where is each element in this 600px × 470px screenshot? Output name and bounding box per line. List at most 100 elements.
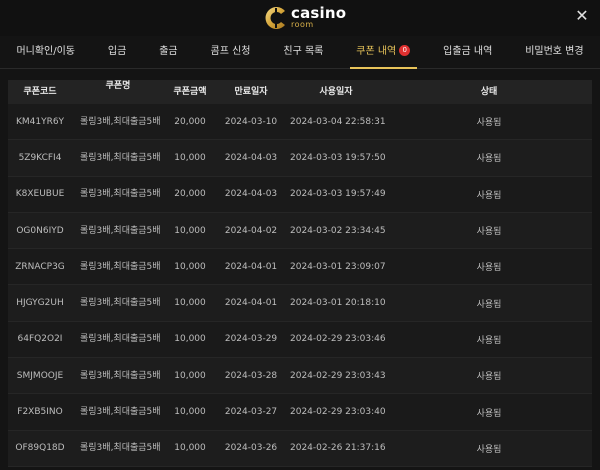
header-status: 상태	[480, 87, 498, 97]
cell-coupon-name: 롤링3배,최대출금5배	[80, 443, 161, 454]
cell-coupon-name: 롤링3배,최대출금5배	[80, 298, 161, 309]
cell-used-date: 2024-03-03 19:57:50	[290, 152, 386, 163]
header-coupon-name: 쿠폰명	[105, 81, 131, 91]
tab-label: 콤프 신청	[210, 46, 251, 57]
cell-coupon-code: K8XEUBUE	[15, 189, 65, 200]
table-row: K8XEUBUE 롤링3배,최대출금5배 20,000 2024-04-03 2024-…	[8, 176, 592, 213]
cell-status: 사용됨	[476, 372, 502, 383]
cell-expiry-date: 2024-03-27	[224, 407, 278, 418]
cell-used-date: 2024-03-03 19:57:49	[290, 189, 386, 200]
cell-coupon-code: OG0N6IYD	[16, 225, 64, 236]
cell-expiry-date: 2024-03-29	[224, 334, 278, 345]
cell-coupon-amount: 10,000	[174, 152, 206, 163]
cell-coupon-amount: 10,000	[174, 407, 206, 418]
tab-transaction-history[interactable]: 입출금 내역	[427, 36, 509, 68]
cell-coupon-amount: 10,000	[174, 225, 206, 236]
table-row: OF89Q18D 롤링3배,최대출금5배 10,000 2024-03-26 2024-…	[8, 430, 592, 467]
cell-expiry-date: 2024-03-26	[224, 443, 278, 454]
cell-coupon-amount: 10,000	[174, 370, 206, 381]
table-header: 쿠폰코드 쿠폰명 쿠폰금액 만료일자 사용일자 상태	[8, 80, 592, 104]
table-body: KM41YR6Y 롤링3배,최대출금5배 20,000 2024-03-10 2024-…	[8, 104, 592, 467]
tab-label: 입출금 내역	[443, 46, 493, 57]
tab-label: 쿠폰 내역	[356, 46, 397, 57]
cell-coupon-code: ZRNACP3G	[15, 261, 65, 272]
cell-expiry-date: 2024-04-03	[224, 152, 278, 163]
cell-expiry-date: 2024-04-01	[224, 261, 278, 272]
cell-coupon-name: 롤링3배,최대출금5배	[80, 152, 161, 163]
cell-used-date: 2024-02-29 23:03:40	[290, 407, 386, 418]
cell-coupon-amount: 10,000	[174, 443, 206, 454]
tab-withdraw[interactable]: 출금	[143, 36, 194, 68]
tab-coupon-history[interactable]: 쿠폰 내역 0	[340, 36, 427, 69]
cell-coupon-code: 64FQ2O2I	[17, 334, 63, 345]
cell-used-date: 2024-03-01 23:09:07	[290, 261, 386, 272]
cell-coupon-code: KM41YR6Y	[15, 116, 65, 127]
cell-status: 사용됨	[476, 190, 502, 201]
cell-coupon-amount: 10,000	[174, 334, 206, 345]
casino-room-logo[interactable]: casino room	[264, 4, 347, 31]
cell-coupon-amount: 20,000	[174, 189, 206, 200]
tab-friend-list[interactable]: 친구 목록	[267, 36, 340, 68]
cell-used-date: 2024-03-01 20:18:10	[290, 298, 386, 309]
tab-label: 입금	[107, 46, 127, 57]
cell-expiry-date: 2024-04-02	[224, 225, 278, 236]
cell-coupon-code: 5Z9KCFI4	[18, 152, 62, 163]
tab-label: 비밀번호 변경	[525, 46, 584, 57]
cell-coupon-code: F2XB5INO	[17, 407, 63, 418]
cell-coupon-name: 롤링3배,최대출금5배	[80, 370, 161, 381]
table-row: KM41YR6Y 롤링3배,최대출금5배 20,000 2024-03-10 2024-…	[8, 104, 592, 141]
table-row: SMJMOOJE 롤링3배,최대출금5배 10,000 2024-03-28 2024-…	[8, 358, 592, 395]
close-icon[interactable]: ✕	[574, 8, 590, 24]
cell-used-date: 2024-02-29 23:03:46	[290, 334, 386, 345]
tab-comp-request[interactable]: 콤프 신청	[194, 36, 267, 68]
cell-status: 사용됨	[476, 408, 502, 419]
cell-coupon-name: 롤링3배,최대출금5배	[80, 407, 161, 418]
header: casino room ✕	[0, 0, 600, 36]
header-coupon-amount: 쿠폰금액	[173, 87, 207, 97]
cell-status: 사용됨	[476, 335, 502, 346]
tab-deposit[interactable]: 입금	[91, 36, 142, 68]
cell-coupon-name: 롤링3배,최대출금5배	[80, 334, 161, 345]
cell-coupon-name: 롤링3배,최대출금5배	[80, 116, 161, 127]
cell-used-date: 2024-02-29 23:03:43	[290, 370, 386, 381]
logo-coin-icon	[265, 7, 285, 30]
cell-coupon-amount: 10,000	[174, 298, 206, 309]
cell-coupon-code: HJGYG2UH	[16, 298, 64, 309]
tab-label: 머니확인/이동	[16, 46, 76, 57]
cell-expiry-date: 2024-03-10	[224, 116, 278, 127]
table-row: ZRNACP3G 롤링3배,최대출금5배 10,000 2024-04-01 2024-…	[8, 249, 592, 286]
table-row: 5Z9KCFI4 롤링3배,최대출금5배 10,000 2024-04-03 2024-…	[8, 140, 592, 177]
cell-coupon-code: OF89Q18D	[15, 443, 65, 454]
cell-status: 사용됨	[476, 154, 502, 165]
cell-coupon-name: 롤링3배,최대출금5배	[80, 261, 161, 272]
tab-money-check[interactable]: 머니확인/이동	[0, 36, 91, 68]
brand-name: casino	[291, 4, 347, 22]
cell-coupon-code: SMJMOOJE	[16, 370, 64, 381]
cell-status: 사용됨	[476, 444, 502, 455]
cell-used-date: 2024-02-26 21:37:16	[290, 443, 386, 454]
header-coupon-code: 쿠폰코드	[23, 87, 57, 97]
cell-expiry-date: 2024-04-03	[224, 189, 278, 200]
cell-coupon-amount: 10,000	[174, 261, 206, 272]
cell-status: 사용됨	[476, 263, 502, 274]
header-used-date: 사용일자	[319, 87, 353, 97]
header-expiry-date: 만료일자	[234, 87, 268, 97]
coupon-table: 쿠폰코드 쿠폰명 쿠폰금액 만료일자 사용일자 상태 KM41YR6Y 롤링3배,…	[8, 80, 592, 470]
tab-label: 친구 목록	[283, 46, 324, 57]
cell-status: 사용됨	[476, 299, 502, 310]
cell-coupon-amount: 20,000	[174, 116, 206, 127]
cell-expiry-date: 2024-04-01	[224, 298, 278, 309]
cell-expiry-date: 2024-03-28	[224, 370, 278, 381]
cell-status: 사용됨	[476, 227, 502, 238]
table-row: F2XB5INO 롤링3배,최대출금5배 10,000 2024-03-27 2024-…	[8, 394, 592, 431]
table-row: 64FQ2O2I 롤링3배,최대출금5배 10,000 2024-03-29 2024-…	[8, 321, 592, 359]
cell-used-date: 2024-03-02 23:34:45	[290, 225, 386, 236]
tab-change-password[interactable]: 비밀번호 변경	[509, 36, 600, 68]
tab-bar: 머니확인/이동 입금 출금 콤프 신청 친구 목록 쿠폰 내역 0 입출금 내역 …	[0, 36, 600, 69]
cell-status: 사용됨	[476, 118, 502, 129]
brand-sub: room	[291, 20, 314, 29]
cell-coupon-name: 롤링3배,최대출금5배	[80, 225, 161, 236]
tab-label: 출금	[159, 46, 178, 57]
table-row: HJGYG2UH 롤링3배,최대출금5배 10,000 2024-04-01 2024-…	[8, 285, 592, 322]
cell-coupon-name: 롤링3배,최대출금5배	[80, 189, 161, 200]
